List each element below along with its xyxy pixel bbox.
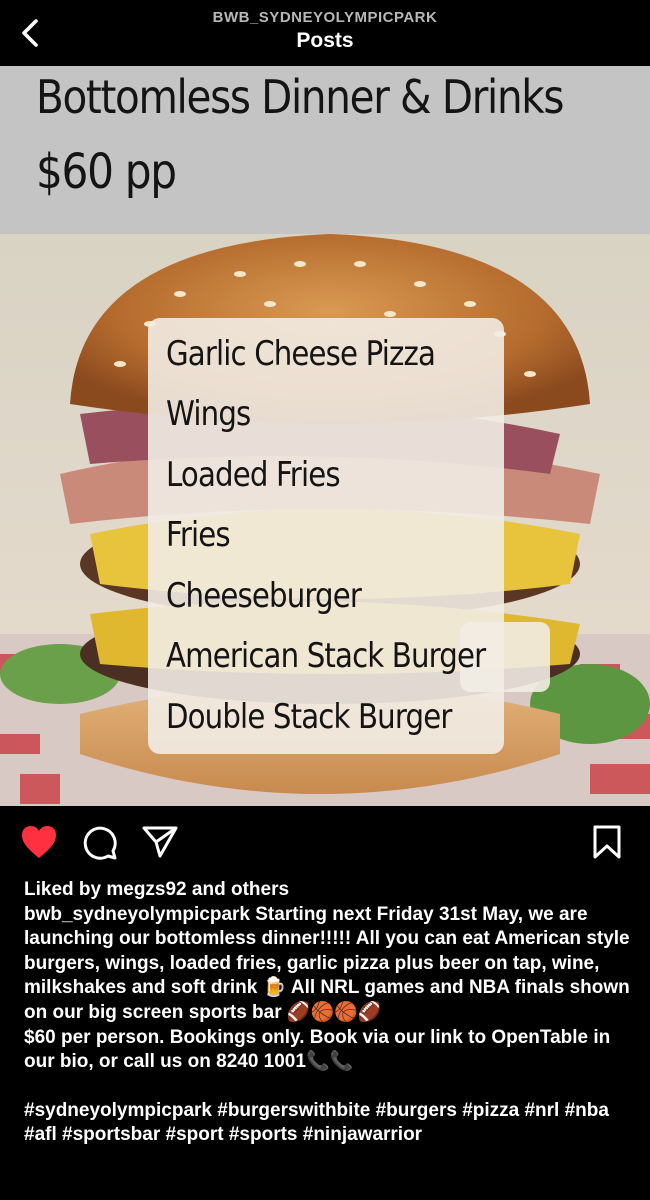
comment-icon[interactable] xyxy=(82,825,118,861)
menu-item: Cheeseburger xyxy=(166,576,362,616)
page-title: Posts xyxy=(296,29,354,52)
image-banner: Bottomless Dinner & Drinks $60 pp xyxy=(0,66,650,234)
liked-by-user-link[interactable]: megzs92 xyxy=(106,879,186,900)
bookmark-icon[interactable] xyxy=(592,824,622,860)
menu-item: Double Stack Burger xyxy=(166,697,452,737)
post-actions xyxy=(0,806,650,878)
account-username[interactable]: BWB_SYDNEYOLYMPICPARK xyxy=(0,9,650,26)
menu-item: Wings xyxy=(166,394,251,434)
likes-prefix: Liked by xyxy=(24,879,107,900)
top-bar: BWB_SYDNEYOLYMPICPARK Posts xyxy=(0,0,650,66)
caption-username-link[interactable]: bwb_sydneyolympicpark xyxy=(24,904,250,925)
likes-others-link[interactable]: others xyxy=(231,879,289,900)
caption-hashtags[interactable]: #sydneyolympicpark #burgerswithbite #bur… xyxy=(24,1099,630,1148)
menu-item: Loaded Fries xyxy=(166,455,341,495)
post-caption: Liked by megzs92 and others bwb_sydneyol… xyxy=(24,878,630,1148)
share-paper-plane-icon[interactable] xyxy=(142,825,178,859)
menu-item: American Stack Burger xyxy=(166,636,486,676)
post-image[interactable]: Bottomless Dinner & Drinks $60 pp Garlic… xyxy=(0,66,650,806)
likes-joiner: and xyxy=(186,879,231,900)
caption-booking-text: $60 per person. Bookings only. Book via … xyxy=(24,1026,611,1073)
likes-line: Liked by megzs92 and others xyxy=(24,878,630,903)
heart-filled-icon[interactable] xyxy=(20,824,58,860)
menu-item: Garlic Cheese Pizza xyxy=(166,334,436,374)
image-price: $60 pp xyxy=(36,144,177,200)
caption-body: bwb_sydneyolympicpark Starting next Frid… xyxy=(24,903,630,1026)
image-title: Bottomless Dinner & Drinks xyxy=(36,70,565,124)
menu-item: Fries xyxy=(166,515,231,555)
